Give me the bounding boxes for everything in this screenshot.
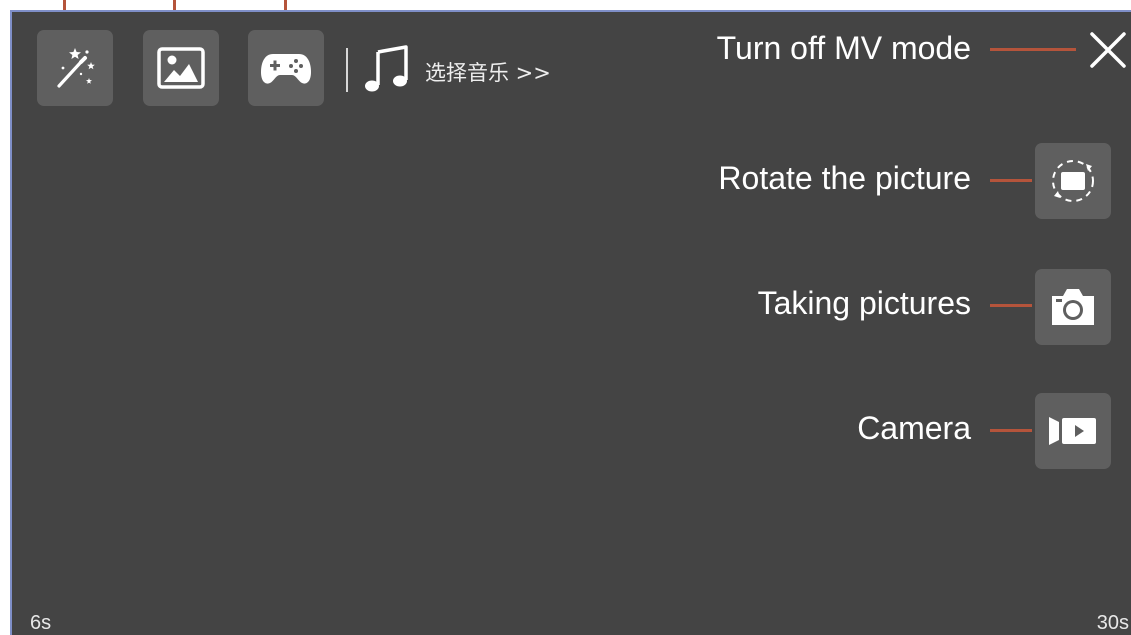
rotate-frame-icon xyxy=(1052,160,1094,202)
mv-mode-screenshot: 选择音乐 >> Turn off MV mode Rotate the pict… xyxy=(0,0,1131,635)
image-button[interactable] xyxy=(143,30,219,106)
rotate-button[interactable] xyxy=(1035,143,1111,219)
image-icon xyxy=(157,47,205,89)
music-note-icon[interactable] xyxy=(362,44,412,94)
magic-wand-icon xyxy=(57,48,95,88)
leader-line-rotate xyxy=(990,179,1032,182)
camera-icon xyxy=(1052,289,1094,325)
record-video-button[interactable] xyxy=(1035,393,1111,469)
leader-line-video xyxy=(990,429,1032,432)
take-photo-button[interactable] xyxy=(1035,269,1111,345)
toolbar-divider xyxy=(346,48,348,92)
select-music-link[interactable]: 选择音乐 >> xyxy=(425,57,551,87)
callout-close-mv: Turn off MV mode xyxy=(716,30,971,66)
leader-line-close xyxy=(990,48,1076,51)
timeline-end: 30s xyxy=(1096,612,1129,634)
callout-rotate: Rotate the picture xyxy=(718,160,971,196)
callout-photo: Taking pictures xyxy=(757,285,971,321)
video-camera-icon xyxy=(1049,417,1096,445)
callout-video: Camera xyxy=(857,410,971,446)
timeline-start: 6s xyxy=(30,612,52,634)
game-button[interactable] xyxy=(248,30,324,106)
close-icon xyxy=(1090,32,1126,68)
leader-line-photo xyxy=(990,304,1032,307)
effects-button[interactable] xyxy=(37,30,113,106)
close-mv-button[interactable] xyxy=(1088,30,1128,70)
gamepad-icon xyxy=(261,54,311,84)
